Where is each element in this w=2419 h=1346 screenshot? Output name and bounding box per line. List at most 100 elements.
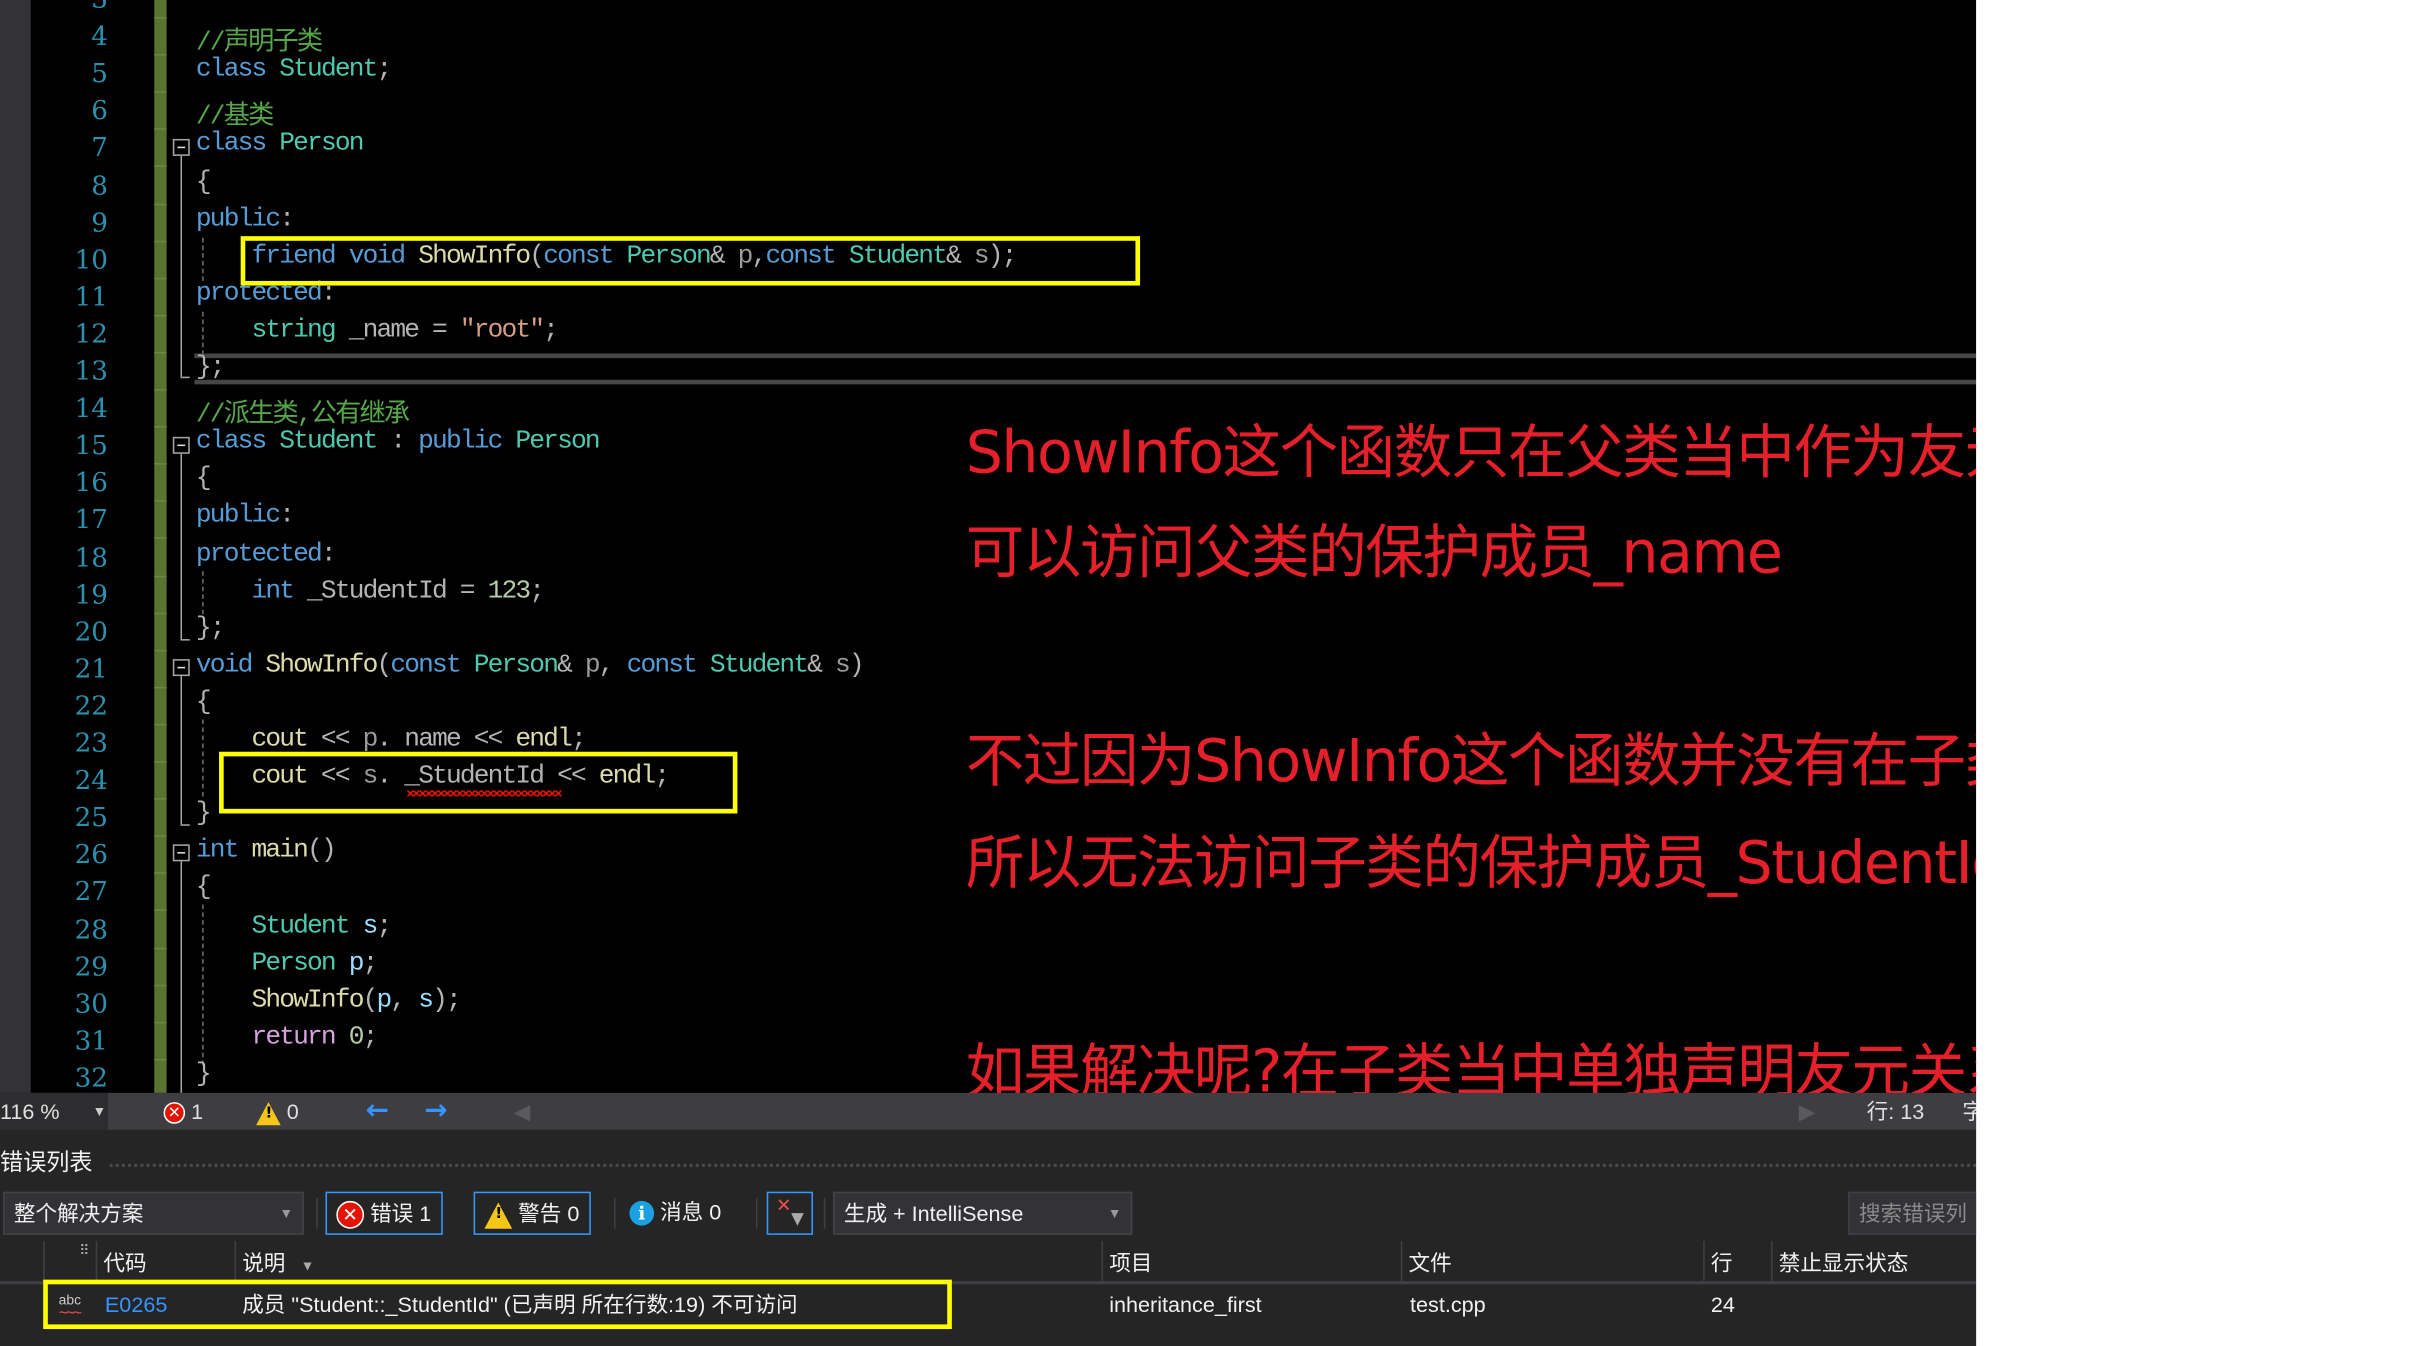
change-bar-separator: [154, 872, 167, 875]
code-line[interactable]: {: [196, 167, 212, 204]
code-token: _StudentId =: [293, 576, 488, 607]
filter-errors-label: 错误 1: [370, 1200, 432, 1226]
error-count-indicator[interactable]: ✕ 1: [163, 1093, 203, 1130]
warning-count-indicator[interactable]: 0: [256, 1093, 299, 1130]
visual-studio-window: 3 4 5 6 7 8 9 10 11 12 13 14 15 16 17 18 19 20 21 22 23 24 25 2…: [0, 0, 2309, 1346]
error-file: test.cpp: [1410, 1291, 1486, 1317]
screenshot-stage: 3 4 5 6 7 8 9 10 11 12 13 14 15 16 17 18 19 20 21 22 23 24 25 2…: [0, 0, 2419, 1346]
column-category-header[interactable]: ⠿: [43, 1241, 95, 1282]
highlight-box-friend-declaration: [240, 236, 1141, 286]
scope-dropdown[interactable]: 整个解决方案 ▼: [3, 1191, 304, 1235]
code-line[interactable]: class Person: [196, 130, 365, 167]
code-token: //基类: [195, 103, 274, 134]
column-header-project[interactable]: 项目: [1101, 1241, 1400, 1282]
code-line[interactable]: }: [195, 1060, 212, 1097]
error-table-header: ⠿ 代码 说明 ▼ 项目 文件 行 禁止显示状态: [0, 1241, 1977, 1285]
code-token: int: [251, 576, 295, 607]
line-number: 11: [74, 282, 108, 314]
code-line[interactable]: };: [196, 353, 226, 390]
filter-funnel-icon: ▼: [786, 1205, 809, 1231]
code-token: string: [251, 316, 336, 346]
code-line[interactable]: Student s;: [196, 911, 392, 948]
line-number-gutter: 3 4 5 6 7 8 9 10 11 12 13 14 15 16 17 18 19 20 21 22 23 24 25 2…: [30, 0, 155, 1094]
code-line[interactable]: class Student;: [196, 56, 392, 93]
code-line[interactable]: }: [195, 799, 212, 837]
hscroll-left-arrow-icon[interactable]: ◀: [514, 1093, 531, 1130]
search-error-list-input[interactable]: 搜索错误列: [1848, 1191, 1987, 1235]
column-header-suppression[interactable]: 禁止显示状态: [1771, 1241, 1987, 1282]
line-number: 9: [91, 207, 108, 239]
error-project: inheritance_first: [1109, 1291, 1262, 1317]
change-bar-separator: [154, 612, 167, 614]
line-number: 17: [74, 505, 108, 537]
navigate-back-button[interactable]: ←: [366, 1093, 389, 1130]
code-line[interactable]: class Student : public Person: [196, 428, 601, 465]
code-line[interactable]: //派生类,公有继承: [196, 391, 410, 430]
column-header-line[interactable]: 行: [1703, 1241, 1771, 1282]
line-number: 5: [91, 58, 108, 90]
filter-messages-button[interactable]: i 消息 0: [623, 1192, 727, 1235]
code-token: ,: [598, 651, 627, 681]
hscroll-right-arrow-icon[interactable]: ▶: [1799, 1093, 1816, 1130]
panel-drag-handle[interactable]: [107, 1162, 1977, 1169]
collapse-icon-class-person[interactable]: [172, 138, 190, 156]
code-token: }: [195, 799, 212, 830]
column-chooser-icon: ⠿: [79, 1242, 90, 1259]
code-line[interactable]: void ShowInfo(const Person& p, const Stu…: [196, 651, 865, 688]
line-number: 4: [91, 21, 108, 53]
code-line[interactable]: return 0;: [196, 1023, 378, 1060]
filter-errors-button[interactable]: ✕ 错误 1: [325, 1191, 443, 1235]
error-list-title: 错误列表: [0, 1149, 93, 1177]
collapse-icon-main[interactable]: [172, 844, 190, 862]
code-line[interactable]: {: [196, 688, 212, 725]
column-header-description-label: 说明: [242, 1250, 286, 1276]
code-token: p: [376, 985, 392, 1016]
code-line[interactable]: protected:: [196, 539, 337, 576]
code-line[interactable]: //基类: [195, 93, 274, 134]
line-number: 19: [74, 579, 108, 611]
outline-end: [180, 824, 190, 826]
filter-warnings-button[interactable]: 警告 0: [473, 1191, 591, 1235]
change-bar-separator: [154, 798, 167, 800]
code-line[interactable]: {: [195, 874, 212, 911]
column-header-description[interactable]: 说明 ▼: [234, 1241, 1098, 1282]
line-number: 18: [74, 542, 108, 574]
line-number: 3: [91, 0, 108, 16]
build-source-dropdown[interactable]: 生成 + IntelliSense ▼: [833, 1191, 1133, 1235]
clear-filter-button[interactable]: ✕ ▼: [766, 1191, 814, 1235]
code-line[interactable]: string _name = "root";: [196, 316, 558, 353]
code-token: &: [807, 651, 835, 681]
filter-warnings-label: 警告 0: [518, 1200, 580, 1226]
code-token: Person: [279, 130, 364, 160]
code-line[interactable]: {: [196, 465, 212, 502]
change-bar-separator: [154, 686, 167, 689]
change-bar-separator: [154, 463, 167, 465]
code-line[interactable]: ShowInfo(p, s);: [196, 985, 461, 1023]
navigate-forward-button[interactable]: →: [424, 1093, 447, 1130]
collapse-icon-class-student[interactable]: [172, 436, 190, 454]
code-line[interactable]: Person p;: [196, 949, 378, 986]
line-number: 22: [74, 691, 108, 723]
code-line[interactable]: int main(): [196, 837, 337, 874]
collapse-icon-showinfo[interactable]: [172, 659, 190, 677]
change-bar-separator: [154, 277, 167, 279]
outline-line: [180, 861, 183, 1093]
code-token: {: [195, 874, 212, 904]
code-line[interactable]: int _StudentId = 123;: [196, 576, 545, 614]
code-token: 0: [348, 1023, 365, 1053]
zoom-level-dropdown[interactable]: 116 % ▼: [0, 1092, 108, 1130]
column-header-file[interactable]: 文件: [1400, 1241, 1703, 1282]
code-line[interactable]: public:: [196, 502, 295, 539]
annotation-line-2: 可以访问父类的保护成员_name: [965, 518, 1783, 587]
code-line[interactable]: //声明子类: [196, 19, 323, 58]
toolbar-separator: [755, 1197, 758, 1229]
column-header-code[interactable]: 代码: [95, 1241, 235, 1282]
code-line[interactable]: };: [196, 614, 226, 651]
code-token: }: [195, 1060, 212, 1090]
